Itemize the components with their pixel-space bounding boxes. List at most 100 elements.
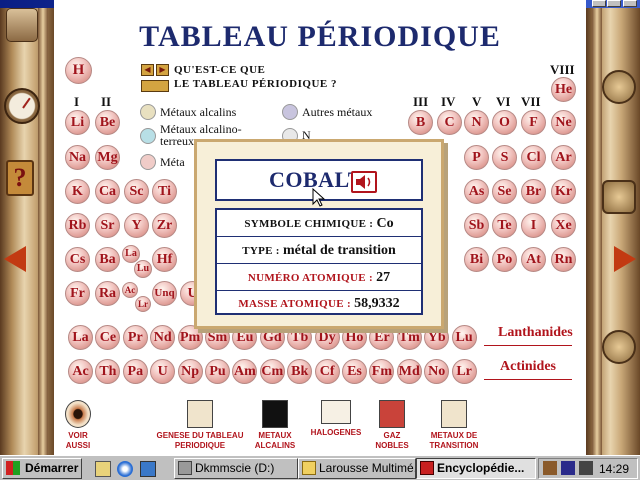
element-Sc[interactable]: Sc — [124, 179, 149, 204]
tray-icon-1[interactable] — [543, 461, 557, 475]
dial-tool-icon[interactable] — [602, 330, 636, 364]
element-Te[interactable]: Te — [492, 213, 517, 238]
minimize-button[interactable] — [592, 0, 606, 7]
actinide-Cf[interactable]: Cf — [314, 359, 340, 384]
element-Zr[interactable]: Zr — [152, 213, 177, 238]
element-At[interactable]: At — [521, 247, 546, 272]
actinide-Fm[interactable]: Fm — [369, 359, 395, 384]
element-H[interactable]: H — [65, 57, 92, 84]
taskbar-task-encyclopedie[interactable]: Encyclopédie... — [416, 458, 536, 479]
element-Unq[interactable]: Unq — [152, 281, 177, 306]
element-Kr[interactable]: Kr — [551, 179, 576, 204]
actinide-Cm[interactable]: Cm — [259, 359, 285, 384]
quicklaunch-edit-icon[interactable] — [95, 461, 111, 477]
tray-volume-icon[interactable] — [579, 461, 593, 475]
periodic-table-page: TABLEAU PÉRIODIQUE I II III IV V VI VII … — [54, 0, 586, 455]
taskbar-task-drive[interactable]: Dkmmscie (D:) — [174, 458, 298, 479]
element-Ba[interactable]: Ba — [95, 247, 120, 272]
case-tool-icon[interactable] — [602, 180, 636, 214]
element-Na[interactable]: Na — [65, 145, 90, 170]
sphere-tool-icon[interactable] — [602, 70, 636, 104]
quicklaunch-desktop-icon[interactable] — [140, 461, 156, 477]
see-also-button[interactable]: VOIR AUSSI — [58, 400, 98, 451]
taskbar-task-larousse[interactable]: Larousse Multimé... — [298, 458, 416, 479]
actinide-Th[interactable]: Th — [95, 359, 121, 384]
internet-explorer-icon[interactable] — [117, 461, 133, 477]
element-Ar[interactable]: Ar — [551, 145, 576, 170]
start-button[interactable]: Démarrer — [2, 458, 82, 479]
element-He[interactable]: He — [551, 77, 576, 102]
actinide-Es[interactable]: Es — [342, 359, 367, 384]
element-Sb[interactable]: Sb — [464, 213, 489, 238]
maximize-button[interactable] — [607, 0, 621, 7]
close-button[interactable] — [623, 0, 637, 7]
lanthanide-Ce[interactable]: Ce — [95, 325, 121, 350]
actinide-Bk[interactable]: Bk — [287, 359, 313, 384]
element-Be[interactable]: Be — [95, 110, 120, 135]
element-K[interactable]: K — [65, 179, 90, 204]
alkali-metals-button[interactable]: METAUX ALCALINS — [250, 400, 300, 451]
element-Po[interactable]: Po — [492, 247, 517, 272]
noble-gases-button[interactable]: GAZ NOBLES — [372, 400, 412, 451]
element-F[interactable]: F — [521, 110, 546, 135]
gauge-icon[interactable] — [4, 88, 40, 124]
help-question-icon[interactable]: ? — [6, 160, 34, 196]
element-I[interactable]: I — [521, 213, 546, 238]
element-P[interactable]: P — [464, 145, 489, 170]
transition-metals-button[interactable]: METAUX DE TRANSITION — [426, 400, 482, 451]
previous-arrow-icon[interactable] — [4, 246, 26, 272]
tray-monitor-icon[interactable] — [561, 461, 575, 475]
element-Lr-small[interactable]: Lr — [135, 296, 151, 312]
element-Hf[interactable]: Hf — [152, 247, 177, 272]
actinide-Md[interactable]: Md — [396, 359, 422, 384]
element-Rb[interactable]: Rb — [65, 213, 90, 238]
speaker-icon[interactable] — [351, 171, 377, 193]
lanthanide-La[interactable]: La — [68, 325, 93, 350]
element-As[interactable]: As — [464, 179, 489, 204]
element-Y[interactable]: Y — [124, 213, 149, 238]
element-Ne[interactable]: Ne — [551, 110, 576, 135]
element-O[interactable]: O — [492, 110, 517, 135]
element-C[interactable]: C — [437, 110, 462, 135]
help-book-icon[interactable]: ◀ ▶ — [141, 64, 169, 78]
help-book-base[interactable] — [141, 80, 169, 92]
element-Ca[interactable]: Ca — [95, 179, 120, 204]
element-Rn[interactable]: Rn — [551, 247, 576, 272]
element-Ti[interactable]: Ti — [152, 179, 177, 204]
element-Fr[interactable]: Fr — [65, 281, 90, 306]
symbol-value: Co — [376, 216, 394, 231]
actinide-Lr[interactable]: Lr — [451, 359, 477, 384]
element-Li[interactable]: Li — [65, 110, 90, 135]
element-Se[interactable]: Se — [492, 179, 517, 204]
help-link[interactable]: QU'EST-CE QUE LE TABLEAU PÉRIODIQUE ? — [174, 63, 364, 91]
element-Br[interactable]: Br — [521, 179, 546, 204]
element-Sr[interactable]: Sr — [95, 213, 120, 238]
element-Cs[interactable]: Cs — [65, 247, 90, 272]
actinide-Am[interactable]: Am — [232, 359, 258, 384]
actinide-U[interactable]: U — [150, 359, 176, 384]
halogens-button[interactable]: HALOGENES — [308, 400, 364, 438]
element-S[interactable]: S — [492, 145, 517, 170]
element-Cl[interactable]: Cl — [521, 145, 546, 170]
actinide-Ac[interactable]: Ac — [68, 359, 93, 384]
element-Xe[interactable]: Xe — [551, 213, 576, 238]
genesis-button[interactable]: GENESE DU TABLEAU PERIODIQUE — [154, 400, 246, 451]
actinide-Pa[interactable]: Pa — [122, 359, 148, 384]
actinide-Np[interactable]: Np — [177, 359, 203, 384]
element-N[interactable]: N — [464, 110, 489, 135]
element-Ra[interactable]: Ra — [95, 281, 120, 306]
actinide-Pu[interactable]: Pu — [205, 359, 230, 384]
element-Lu-small[interactable]: Lu — [134, 260, 152, 278]
element-La-small[interactable]: La — [122, 245, 140, 263]
element-Mg[interactable]: Mg — [95, 145, 120, 170]
next-arrow-icon[interactable] — [614, 246, 636, 272]
task-larousse-label: Larousse Multimé... — [319, 461, 416, 475]
element-B[interactable]: B — [408, 110, 433, 135]
element-Bi[interactable]: Bi — [464, 247, 489, 272]
lanthanide-Lu[interactable]: Lu — [451, 325, 477, 350]
actinide-No[interactable]: No — [424, 359, 450, 384]
element-Ac-small[interactable]: Ac — [122, 282, 138, 298]
lanthanide-Pr[interactable]: Pr — [122, 325, 148, 350]
lanthanide-Nd[interactable]: Nd — [150, 325, 176, 350]
tool-icon[interactable] — [6, 8, 38, 42]
